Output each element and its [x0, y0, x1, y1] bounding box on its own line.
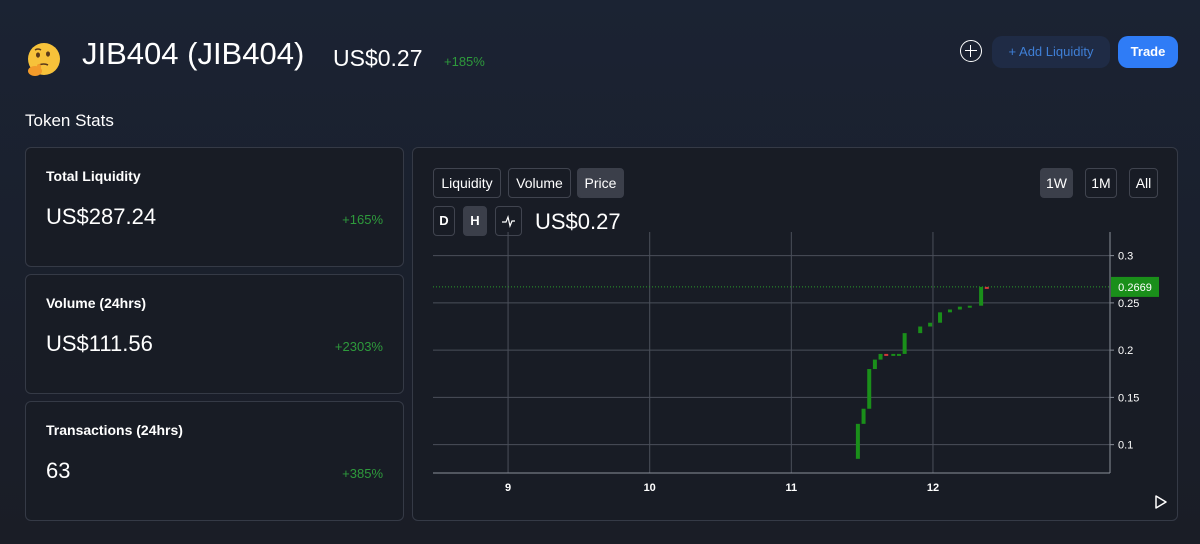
- token-stats-title: Token Stats: [25, 111, 114, 130]
- token-name: JIB404 (JIB404): [82, 36, 305, 71]
- token-header: JIB404 (JIB404) US$0.27 +185% + Add Liqu…: [0, 0, 1200, 110]
- y-tick-label: 0.25: [1118, 298, 1139, 310]
- line-chart-icon: [502, 214, 515, 229]
- candle: [861, 408, 866, 424]
- y-tick-label: 0.2: [1118, 345, 1133, 357]
- candle: [938, 312, 943, 323]
- stat-value: US$111.56: [46, 331, 153, 356]
- tab-volume[interactable]: Volume: [508, 168, 571, 198]
- candle: [957, 306, 962, 310]
- candle: [878, 353, 883, 360]
- candle: [979, 286, 984, 306]
- stat-label: Volume (24hrs): [46, 295, 147, 311]
- range-1w-button[interactable]: 1W: [1040, 168, 1073, 198]
- stat-label: Total Liquidity: [46, 168, 141, 184]
- add-liquidity-button[interactable]: + Add Liquidity: [992, 36, 1110, 68]
- y-tick-label: 0.3: [1118, 251, 1133, 263]
- tab-price[interactable]: Price: [577, 168, 624, 198]
- x-tick-label: 9: [505, 482, 511, 494]
- x-tick-label: 12: [927, 482, 939, 494]
- last-price-label: 0.2669: [1118, 282, 1152, 294]
- range-all-button[interactable]: All: [1129, 168, 1158, 198]
- candle: [902, 333, 907, 354]
- candle: [896, 353, 901, 356]
- stat-value: 63: [46, 458, 71, 483]
- candle: [867, 369, 872, 409]
- x-tick-label: 11: [786, 482, 798, 494]
- add-circle-icon[interactable]: [960, 40, 982, 62]
- candle: [872, 359, 877, 370]
- y-tick-label: 0.15: [1118, 392, 1139, 404]
- stat-label: Transactions (24hrs): [46, 422, 183, 438]
- chart-panel: Liquidity Volume Price 1W 1M All D H US$…: [412, 147, 1178, 521]
- candle: [928, 322, 933, 327]
- candle: [947, 309, 952, 313]
- candle: [855, 423, 860, 459]
- token-price: US$0.27: [333, 45, 423, 71]
- trade-button[interactable]: Trade: [1118, 36, 1178, 68]
- candle: [884, 353, 889, 356]
- price-chart[interactable]: 0.3 0.25 0.2 0.15 0.1 9 10 11 12 0.2669: [413, 232, 1177, 522]
- tab-liquidity[interactable]: Liquidity: [433, 168, 501, 198]
- range-1m-button[interactable]: 1M: [1085, 168, 1117, 198]
- stat-change: +2303%: [334, 339, 383, 354]
- stat-card-transactions: Transactions (24hrs) 63 +385%: [25, 401, 404, 521]
- play-icon[interactable]: [1153, 494, 1169, 510]
- candle: [967, 305, 972, 308]
- candle: [918, 326, 923, 334]
- stat-change: +165%: [342, 212, 383, 227]
- candle: [891, 353, 896, 356]
- y-tick-label: 0.1: [1118, 440, 1133, 452]
- thinking-face-icon: [28, 43, 60, 76]
- token-price-change: +185%: [444, 54, 485, 69]
- candle: [984, 286, 989, 289]
- stat-value: US$287.24: [46, 204, 157, 229]
- stat-change: +385%: [342, 466, 383, 481]
- stat-card-volume: Volume (24hrs) US$111.56 +2303%: [25, 274, 404, 394]
- x-tick-label: 10: [644, 482, 656, 494]
- stat-card-total-liquidity: Total Liquidity US$287.24 +165%: [25, 147, 404, 267]
